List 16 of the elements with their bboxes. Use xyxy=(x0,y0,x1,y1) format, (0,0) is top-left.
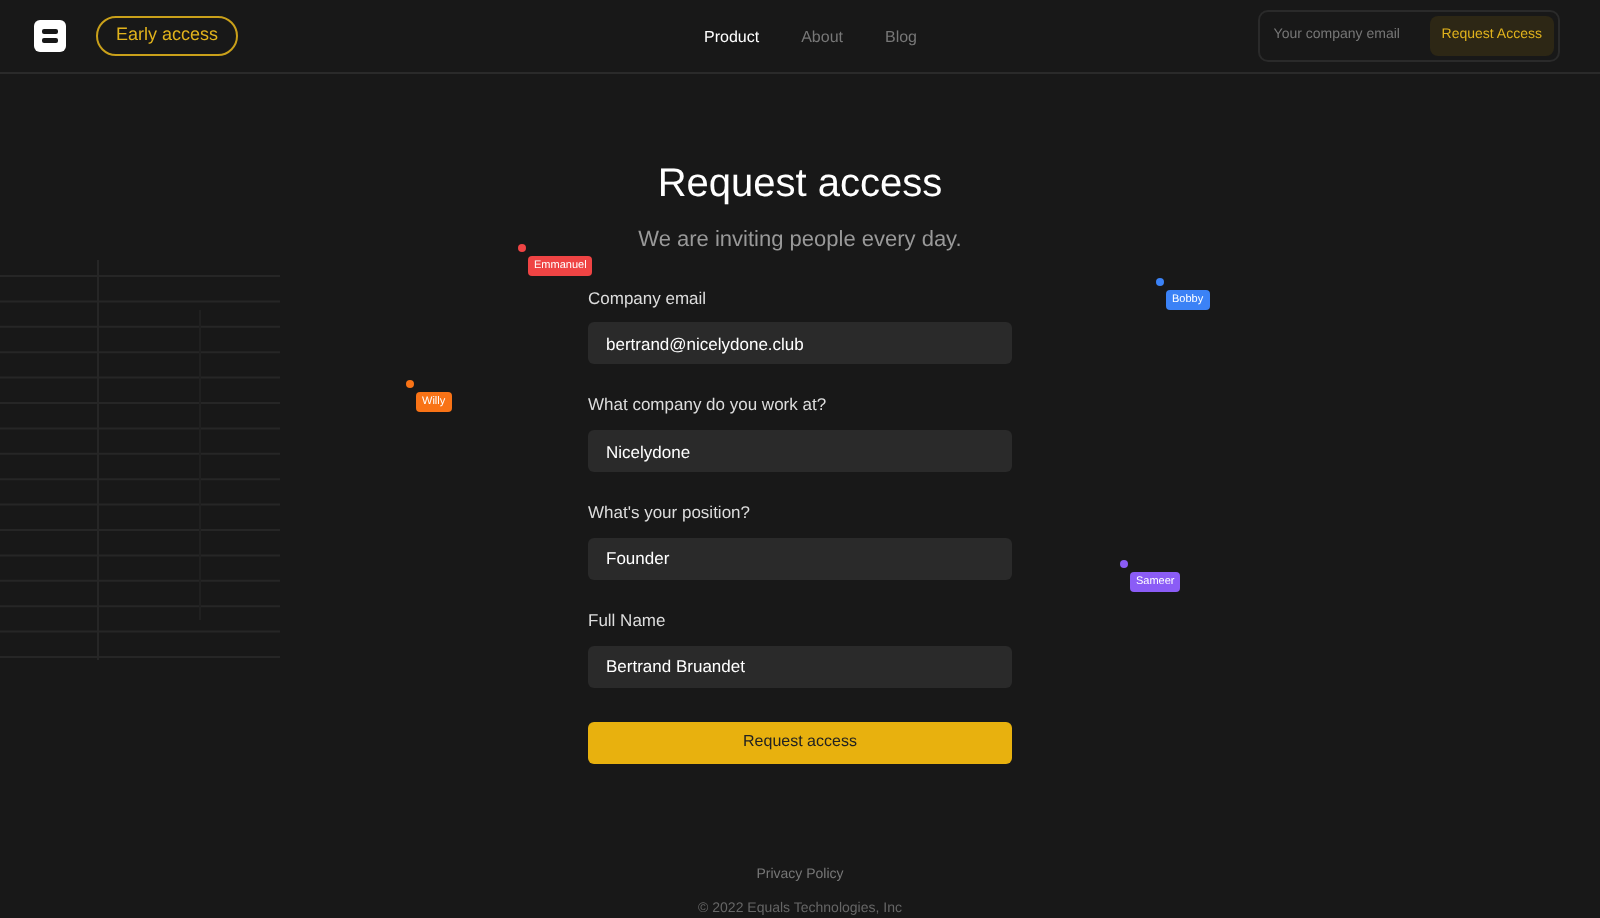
early-access-badge: Early access xyxy=(96,16,239,56)
nav-link[interactable]: Product xyxy=(704,26,760,50)
text-field[interactable]: Nicelydone xyxy=(588,430,1012,472)
text-field[interactable]: bertrand@nicelydone.club xyxy=(588,322,1012,365)
logo-icon[interactable] xyxy=(34,20,66,52)
field-label: What company do you work at? xyxy=(588,392,829,418)
nav-link[interactable]: Blog xyxy=(884,26,917,50)
field-label: Full Name xyxy=(588,607,668,633)
text-field[interactable]: Bertrand Bruandet xyxy=(588,645,1012,687)
page-title: Request access xyxy=(657,160,943,208)
text-field[interactable]: Founder xyxy=(588,537,1012,580)
subtitle: We are inviting people every day. xyxy=(638,226,962,256)
field-label: Company email xyxy=(588,285,709,311)
submit-button[interactable]: Request access xyxy=(588,721,1012,763)
field-label: What's your position? xyxy=(588,500,752,526)
nav-link[interactable]: About xyxy=(801,26,843,50)
